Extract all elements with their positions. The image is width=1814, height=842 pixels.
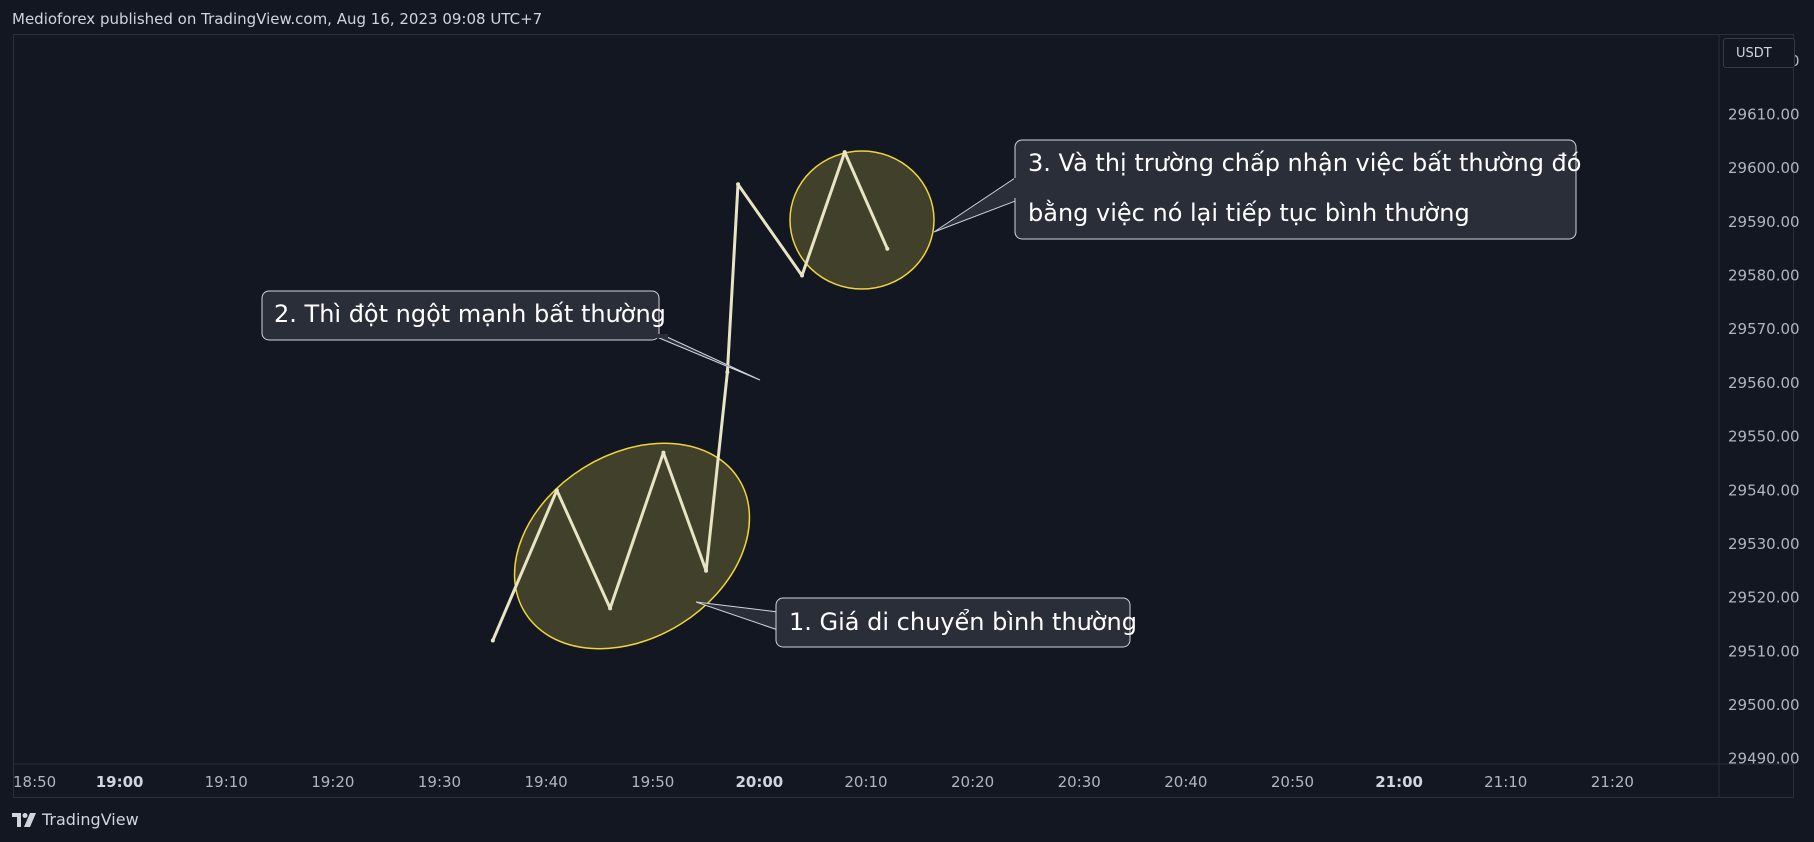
price-tick-label: 29590.00 xyxy=(1728,213,1800,231)
price-chart[interactable]: 29490.00 29500.00 29510.00 29520.00 29530.00… xyxy=(0,0,1814,842)
time-tick-label: 19:00 xyxy=(96,773,144,791)
price-tick-label: 29490.00 xyxy=(1728,750,1800,768)
price-tick-label: 29550.00 xyxy=(1728,428,1800,446)
currency-badge[interactable]: USDT xyxy=(1723,38,1795,68)
tradingview-logo-icon xyxy=(12,812,36,827)
callout-market-accepts-line2: bằng việc nó lại tiếp tục bình thường xyxy=(1028,198,1470,227)
price-point[interactable] xyxy=(554,488,559,493)
price-tick-label: 29540.00 xyxy=(1728,481,1800,499)
price-point[interactable] xyxy=(661,450,666,455)
callout-abnormal-spike-text: 2. Thì đột ngột mạnh bất thường xyxy=(274,300,666,328)
price-point[interactable] xyxy=(842,150,847,155)
price-axis: 29490.00 29500.00 29510.00 29520.00 29530.00… xyxy=(1728,52,1800,768)
time-tick-label: 19:40 xyxy=(525,773,568,791)
time-tick-label: 20:40 xyxy=(1164,773,1207,791)
price-tick-label: 29500.00 xyxy=(1728,696,1800,714)
time-tick-label: 21:10 xyxy=(1484,773,1527,791)
price-tick-label: 29560.00 xyxy=(1728,374,1800,392)
price-tick-label: 29600.00 xyxy=(1728,159,1800,177)
time-tick-label: 21:00 xyxy=(1375,773,1423,791)
time-axis: 18:50 19:00 19:10 19:20 19:30 19:40 19:50 20:00… xyxy=(13,773,1634,791)
price-point[interactable] xyxy=(490,638,495,643)
price-point[interactable] xyxy=(608,606,613,611)
price-tick-label: 29520.00 xyxy=(1728,589,1800,607)
chart-page: Medioforex published on TradingView.com,… xyxy=(0,0,1814,842)
price-point[interactable] xyxy=(704,568,709,573)
price-point[interactable] xyxy=(800,273,805,278)
time-tick-label: 20:10 xyxy=(844,773,887,791)
callout-market-accepts-line1: 3. Và thị trường chấp nhận việc bất thườ… xyxy=(1028,149,1581,177)
time-tick-label: 20:00 xyxy=(736,773,784,791)
time-tick-label: 19:50 xyxy=(631,773,674,791)
callout-market-accepts[interactable]: 3. Và thị trường chấp nhận việc bất thườ… xyxy=(933,139,1581,240)
price-tick-label: 29510.00 xyxy=(1728,642,1800,660)
price-point[interactable] xyxy=(725,370,730,375)
price-tick-label: 29610.00 xyxy=(1728,106,1800,124)
price-point[interactable] xyxy=(885,246,890,251)
time-tick-label: 18:50 xyxy=(13,773,56,791)
time-tick-label: 19:20 xyxy=(311,773,354,791)
callout-normal-move[interactable]: 1. Giá di chuyển bình thường xyxy=(695,597,1137,648)
time-tick-label: 19:30 xyxy=(418,773,461,791)
price-tick-label: 29580.00 xyxy=(1728,267,1800,285)
footer-bar xyxy=(0,798,1814,842)
time-tick-label: 19:10 xyxy=(205,773,248,791)
time-tick-label: 20:50 xyxy=(1271,773,1314,791)
time-tick-label: 21:20 xyxy=(1591,773,1634,791)
time-tick-label: 20:30 xyxy=(1058,773,1101,791)
callout-abnormal-spike[interactable]: 2. Thì đột ngột mạnh bất thường xyxy=(261,290,761,381)
time-tick-label: 20:20 xyxy=(951,773,994,791)
price-tick-label: 29530.00 xyxy=(1728,535,1800,553)
highlight-ellipse-accept[interactable] xyxy=(789,150,935,290)
price-point[interactable] xyxy=(736,182,741,187)
callout-normal-move-text: 1. Giá di chuyển bình thường xyxy=(789,608,1137,636)
tradingview-logo[interactable]: TradingView xyxy=(12,810,139,829)
price-tick-label: 29570.00 xyxy=(1728,320,1800,338)
tradingview-brand: TradingView xyxy=(42,810,139,829)
